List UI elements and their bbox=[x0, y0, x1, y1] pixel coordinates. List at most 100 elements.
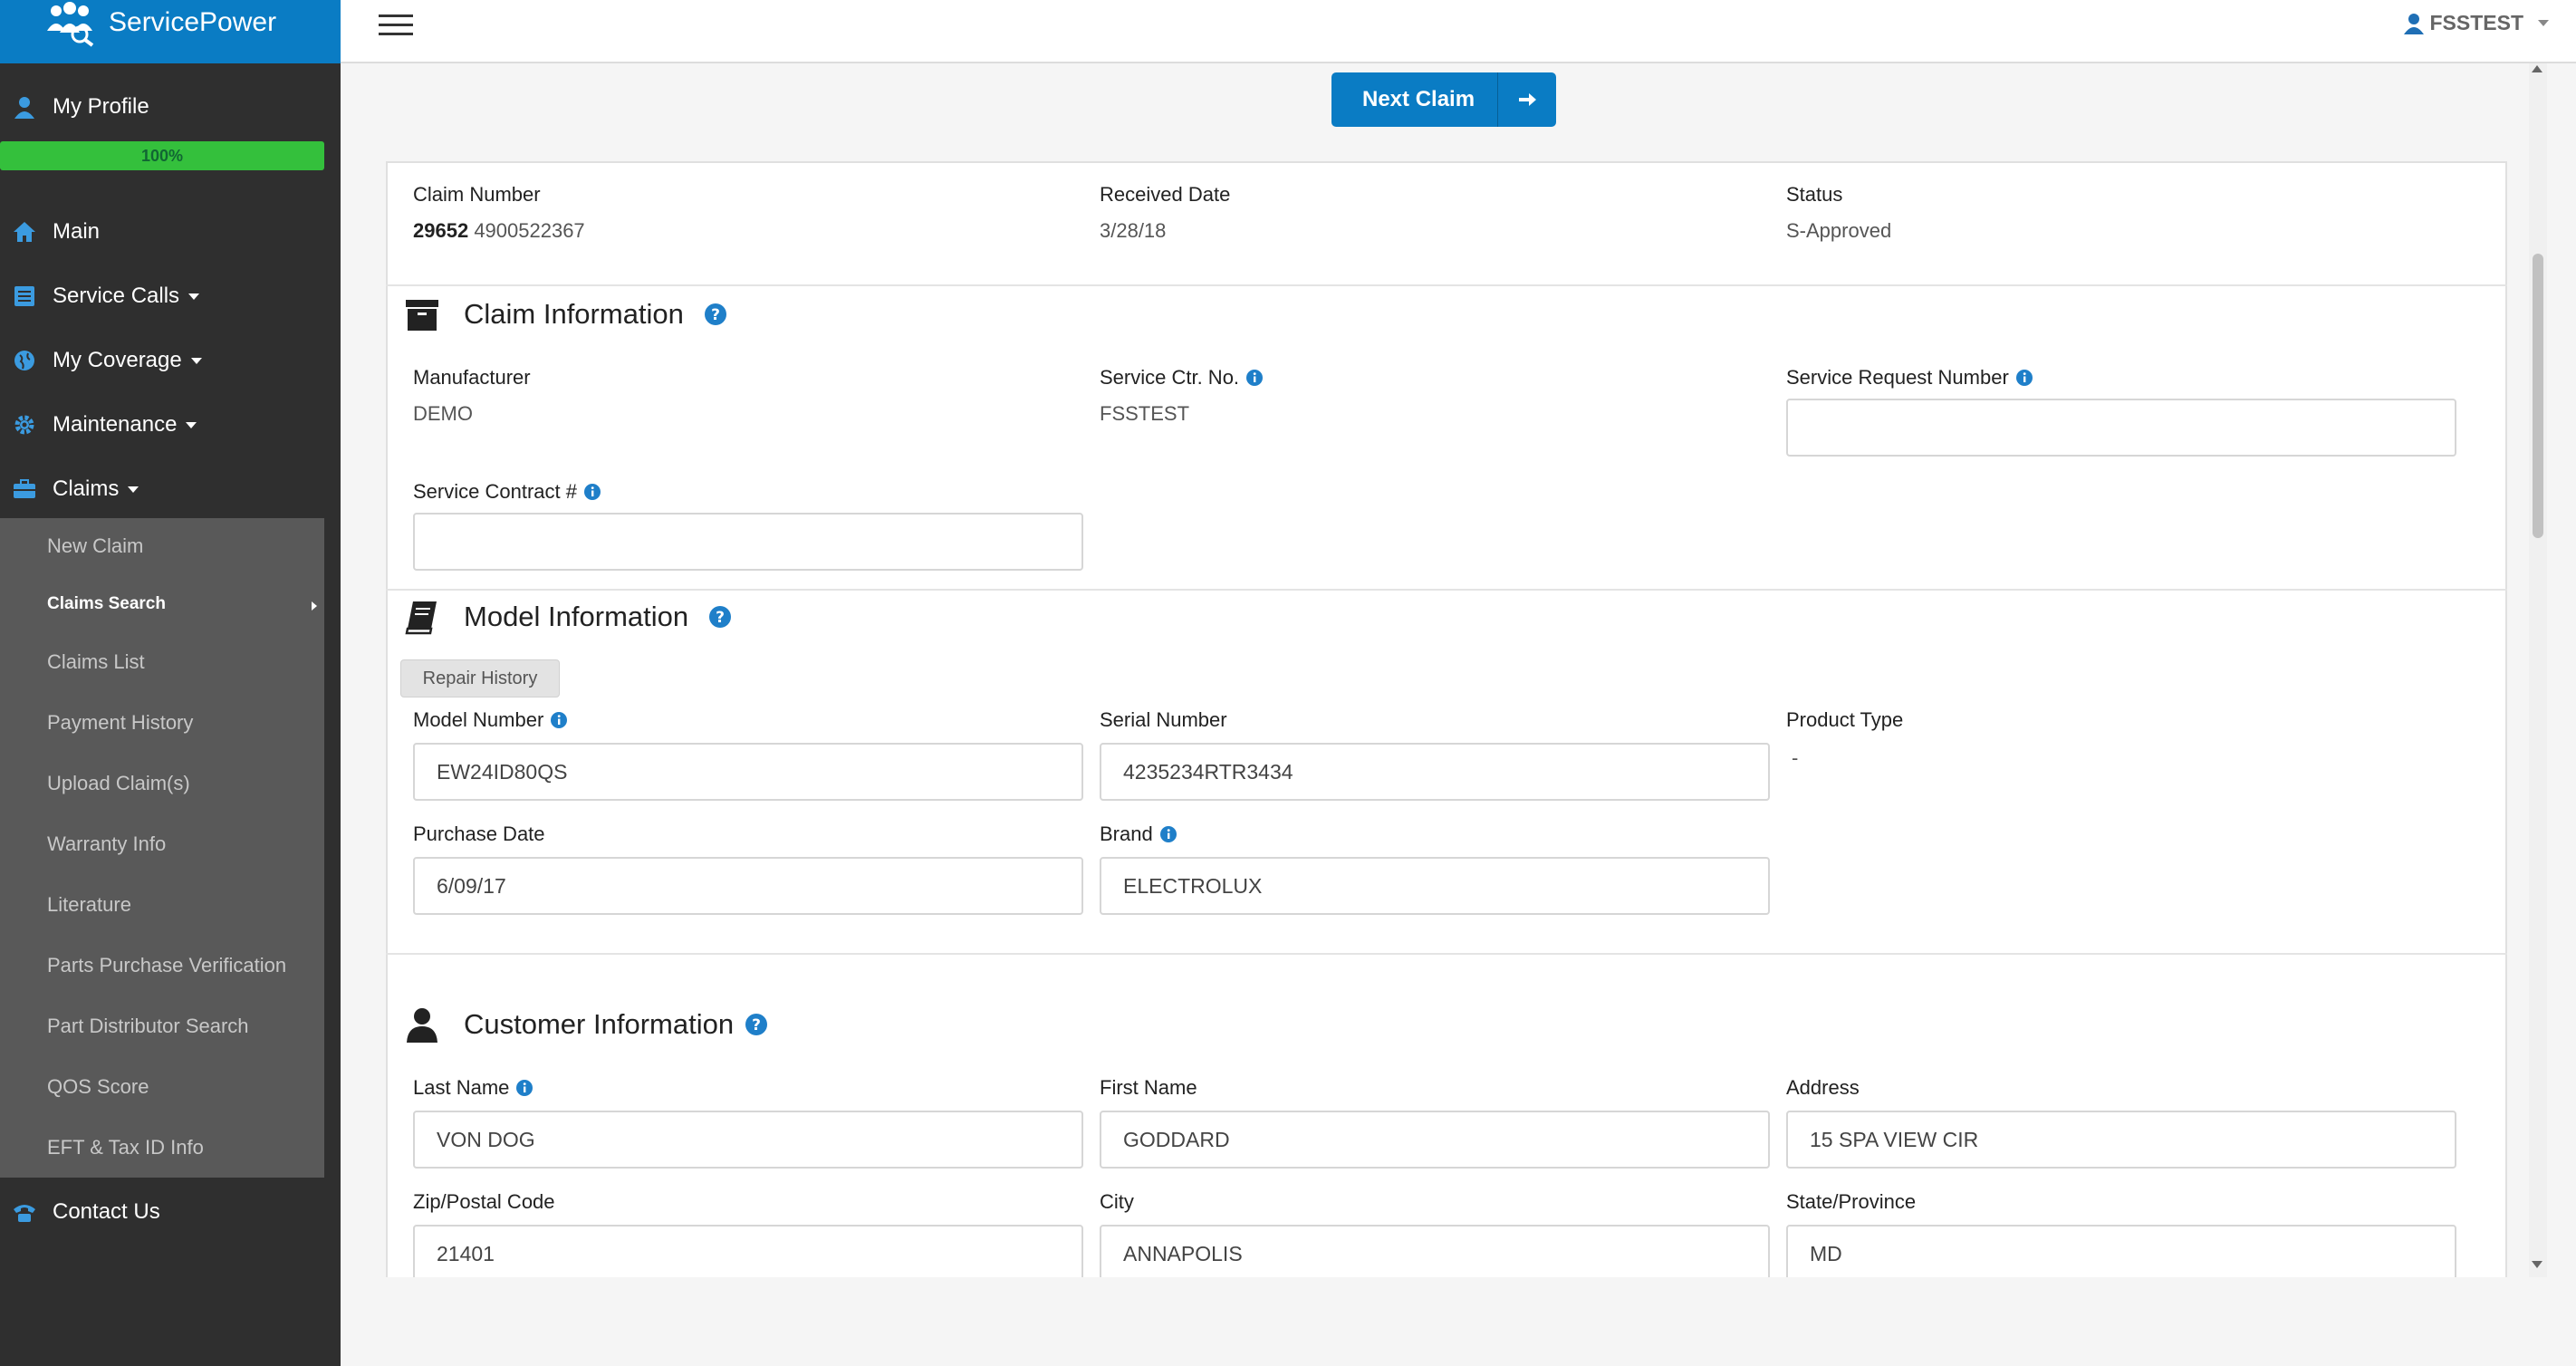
scrollbar-thumb[interactable] bbox=[2533, 254, 2543, 538]
next-claim-button[interactable]: Next Claim bbox=[1331, 72, 1556, 127]
section-title: Claim Information bbox=[464, 298, 684, 330]
home-icon bbox=[13, 220, 36, 244]
profile-progress-bar: 100% bbox=[0, 141, 324, 170]
phone-icon bbox=[13, 1200, 36, 1224]
city-input[interactable]: ANNAPOLIS bbox=[1100, 1225, 1770, 1283]
label-text: Service Contract # bbox=[413, 480, 577, 503]
section-divider bbox=[386, 589, 2507, 591]
sidebar-item-label: Maintenance bbox=[53, 412, 178, 437]
serial-number-input[interactable]: 4235234RTR3434 bbox=[1100, 743, 1770, 801]
address-label: Address bbox=[1786, 1076, 1860, 1099]
service-contract-input[interactable] bbox=[413, 513, 1083, 571]
sidebar-item-my-coverage[interactable]: My Coverage bbox=[0, 332, 341, 390]
sidebar-item-label: Service Calls bbox=[53, 284, 180, 308]
info-icon[interactable] bbox=[2015, 370, 2033, 386]
gear-icon bbox=[13, 413, 36, 437]
submenu-item-new-claim[interactable]: New Claim bbox=[47, 516, 324, 576]
zip-input[interactable]: 21401 bbox=[413, 1225, 1083, 1283]
purchase-date-label: Purchase Date bbox=[413, 822, 545, 845]
customer-information-heading: Customer Information ? bbox=[404, 1004, 768, 1045]
section-title: Model Information bbox=[464, 601, 689, 632]
hamburger-menu-icon[interactable] bbox=[379, 13, 413, 38]
info-icon[interactable] bbox=[551, 712, 568, 728]
sidebar-item-my-profile[interactable]: My Profile bbox=[0, 78, 341, 136]
repair-history-button[interactable]: Repair History bbox=[400, 659, 560, 697]
brand-input[interactable]: ELECTROLUX bbox=[1100, 857, 1770, 915]
help-icon[interactable]: ? bbox=[708, 605, 732, 629]
submenu-item-parts-purchase-verification[interactable]: Parts Purchase Verification bbox=[47, 936, 324, 996]
model-information-heading: Model Information ? bbox=[404, 596, 732, 638]
model-number-label: Model Number bbox=[413, 708, 568, 732]
product-type-value: - bbox=[1792, 746, 1799, 769]
chevron-down-icon bbox=[2538, 20, 2549, 26]
sidebar-item-service-calls[interactable]: Service Calls bbox=[0, 267, 341, 325]
sidebar-item-label: My Profile bbox=[53, 94, 149, 119]
section-title: Customer Information bbox=[464, 1008, 735, 1040]
sidebar-item-label: Claims bbox=[53, 476, 120, 501]
sidebar-item-label: My Coverage bbox=[53, 348, 182, 372]
first-name-label: First Name bbox=[1100, 1076, 1197, 1099]
received-date-value: 3/28/18 bbox=[1100, 219, 1167, 242]
label-text: Service Request Number bbox=[1786, 366, 2009, 389]
service-ctr-value: FSSTEST bbox=[1100, 402, 1190, 425]
product-type-label: Product Type bbox=[1786, 708, 1904, 731]
archive-box-icon bbox=[404, 296, 440, 332]
last-name-input[interactable]: VON DOG bbox=[413, 1111, 1083, 1169]
user-menu[interactable]: FSSTEST bbox=[2404, 11, 2549, 35]
sidebar-item-maintenance[interactable]: Maintenance bbox=[0, 396, 341, 454]
claim-number-value: 29652 4900522367 bbox=[413, 219, 585, 243]
purchase-date-input[interactable]: 6/09/17 bbox=[413, 857, 1083, 915]
help-icon[interactable]: ? bbox=[704, 303, 727, 326]
city-label: City bbox=[1100, 1190, 1134, 1213]
service-contract-label: Service Contract # bbox=[413, 480, 601, 504]
claim-number-bold: 29652 bbox=[413, 219, 469, 242]
submenu-item-payment-history[interactable]: Payment History bbox=[47, 693, 324, 753]
info-icon[interactable] bbox=[583, 484, 601, 500]
first-name-input[interactable]: GODDARD bbox=[1100, 1111, 1770, 1169]
arrow-right-icon bbox=[1497, 72, 1556, 127]
submenu-item-claims-list[interactable]: Claims List bbox=[47, 632, 324, 692]
claim-number-rest: 4900522367 bbox=[474, 219, 585, 242]
brand-name: ServicePower bbox=[109, 7, 277, 37]
chevron-down-icon bbox=[186, 421, 197, 428]
sidebar-item-label: Main bbox=[53, 219, 101, 244]
state-input[interactable]: MD bbox=[1786, 1225, 2456, 1283]
submenu-item-qos-score[interactable]: QOS Score bbox=[47, 1057, 324, 1117]
sidebar-item-claims[interactable]: Claims bbox=[0, 460, 341, 518]
scroll-up-arrow-icon[interactable] bbox=[2532, 65, 2542, 72]
address-input[interactable]: 15 SPA VIEW CIR bbox=[1786, 1111, 2456, 1169]
briefcase-icon bbox=[13, 477, 36, 501]
submenu-item-literature[interactable]: Literature bbox=[47, 875, 324, 935]
scrollbar-track[interactable] bbox=[2529, 63, 2547, 1277]
sidebar-item-label: Contact Us bbox=[53, 1199, 160, 1224]
serial-number-label: Serial Number bbox=[1100, 708, 1227, 731]
submenu-item-eft-tax-id-info[interactable]: EFT & Tax ID Info bbox=[47, 1118, 324, 1178]
submenu-item-warranty-info[interactable]: Warranty Info bbox=[47, 814, 324, 874]
user-icon bbox=[13, 95, 36, 119]
info-icon[interactable] bbox=[1246, 370, 1264, 386]
service-ctr-label: Service Ctr. No. bbox=[1100, 366, 1264, 390]
service-request-label: Service Request Number bbox=[1786, 366, 2033, 390]
brand-header[interactable]: ServicePower bbox=[0, 0, 341, 63]
service-request-input[interactable] bbox=[1786, 399, 2456, 457]
page-footer-area bbox=[341, 1277, 2576, 1366]
model-number-input[interactable]: EW24ID80QS bbox=[413, 743, 1083, 801]
submenu-item-upload-claims[interactable]: Upload Claim(s) bbox=[47, 754, 324, 813]
sidebar-item-main[interactable]: Main bbox=[0, 203, 341, 261]
sidebar-item-contact-us[interactable]: Contact Us bbox=[0, 1183, 341, 1241]
claim-number-label: Claim Number bbox=[413, 183, 541, 206]
scroll-down-arrow-icon[interactable] bbox=[2532, 1261, 2542, 1268]
user-name: FSSTEST bbox=[2429, 11, 2523, 34]
label-text: Last Name bbox=[413, 1076, 510, 1099]
received-date-label: Received Date bbox=[1100, 183, 1231, 206]
chevron-down-icon bbox=[128, 486, 139, 493]
info-icon[interactable] bbox=[516, 1080, 533, 1096]
help-icon[interactable]: ? bbox=[745, 1013, 768, 1036]
caret-right-icon bbox=[312, 601, 317, 611]
status-value: S-Approved bbox=[1786, 219, 1892, 242]
submenu-item-claims-search[interactable]: Claims Search bbox=[47, 574, 324, 634]
manufacturer-value: DEMO bbox=[413, 402, 473, 425]
svg-text:?: ? bbox=[752, 1016, 761, 1034]
submenu-item-part-distributor-search[interactable]: Part Distributor Search bbox=[47, 996, 324, 1056]
info-icon[interactable] bbox=[1159, 826, 1177, 842]
